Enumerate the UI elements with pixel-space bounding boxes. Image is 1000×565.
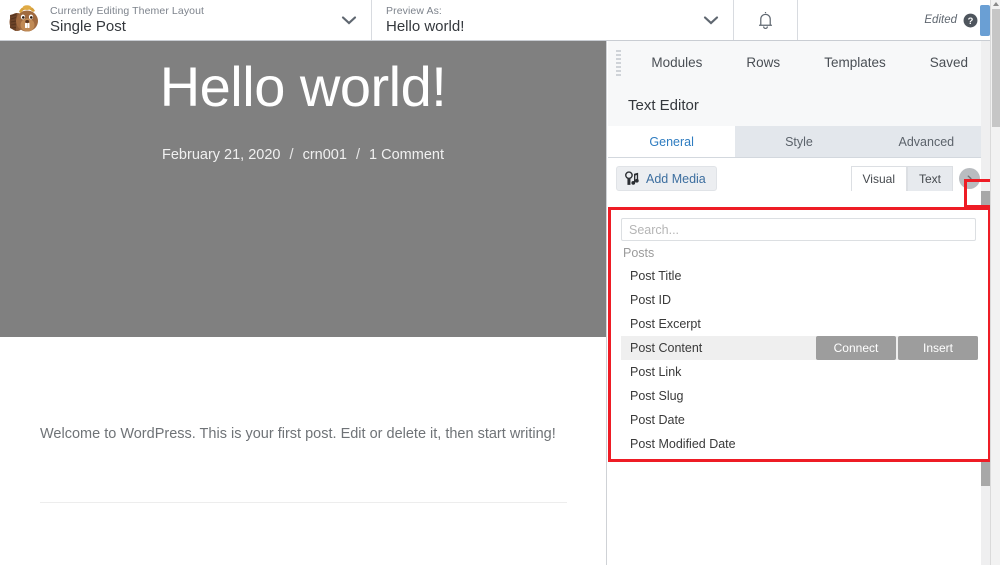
drag-handle-icon[interactable] [616,50,622,76]
post-date: February 21, 2020 [162,147,281,164]
tab-style[interactable]: Style [735,126,862,157]
nav-saved[interactable]: Saved [908,41,990,85]
preview-as-selector[interactable]: Preview As: Hello world! [372,0,734,40]
meta-separator: / [355,147,360,164]
window-scrollbar[interactable] [990,0,1000,565]
scroll-thumb[interactable] [992,9,1000,127]
panel-nav-items: Modules Rows Templates Saved [629,41,990,85]
text-tab[interactable]: Text [906,166,953,191]
layout-value: Single Post [50,17,126,35]
chevron-down-icon[interactable] [703,15,719,25]
post-author[interactable]: crn001 [303,147,347,163]
editor-toolbar: Add Media Visual Text [608,158,990,199]
item-actions: Connect Insert [816,336,978,360]
post-content: Welcome to WordPress. This is your first… [0,337,606,504]
dropdown-item-post-excerpt[interactable]: Post Excerpt [621,312,978,336]
dropdown-item-post-content[interactable]: Post Content Connect Insert [621,336,978,360]
meta-separator: / [289,147,294,164]
connect-field-icon [964,173,975,184]
bell-icon [758,11,773,29]
nav-templates[interactable]: Templates [802,41,908,85]
item-label: Post Content [630,341,703,355]
publish-button[interactable] [980,4,990,36]
scroll-up-arrow-icon[interactable] [993,2,999,6]
connect-button[interactable]: Connect [816,336,896,360]
preview-scrollbar[interactable] [598,41,606,565]
add-media-icon [625,171,639,185]
item-label: Post Title [630,269,682,283]
post-hero: Hello world! February 21, 2020 / crn001 … [0,41,606,337]
preview-value: Hello world! [386,17,465,35]
post-comments[interactable]: 1 Comment [369,147,444,163]
status-area: Edited ? [798,0,1000,40]
editor-mode-toggle: Visual Text [850,166,984,191]
post-meta: February 21, 2020 / crn001 / 1 Comment [162,147,444,163]
module-title-bar: Text Editor [608,85,990,126]
panel-nav-bar: Modules Rows Templates Saved [608,41,990,85]
item-label: Post Date [630,413,685,427]
question-circle-icon[interactable]: ? [963,13,978,28]
post-paragraph: Welcome to WordPress. This is your first… [40,426,556,442]
beaver-builder-logo-icon [9,5,38,32]
visual-tab[interactable]: Visual [850,166,907,191]
dropdown-item-post-id[interactable]: Post ID [621,288,978,312]
add-media-button[interactable]: Add Media [616,166,717,191]
notifications-button[interactable] [734,0,798,40]
item-label: Post Slug [630,389,684,403]
nav-modules[interactable]: Modules [629,41,724,85]
page-preview: Hello world! February 21, 2020 / crn001 … [0,41,607,565]
svg-text:?: ? [968,15,974,25]
dropdown-item-post-modified-date[interactable]: Post Modified Date [621,432,978,456]
item-label: Post ID [630,293,671,307]
beaver-builder-editor: Currently Editing Themer Layout Single P… [0,0,1000,565]
layout-selector[interactable]: Currently Editing Themer Layout Single P… [0,0,372,40]
post-title: Hello world! [159,55,447,118]
content-divider [40,502,567,504]
preview-label: Preview As: [386,4,442,17]
item-label: Post Excerpt [630,317,701,331]
add-media-label: Add Media [646,171,706,186]
insert-button[interactable]: Insert [898,336,978,360]
layout-label: Currently Editing Themer Layout [50,4,205,17]
tab-general[interactable]: General [608,126,736,157]
connect-field-dropdown: Posts Post Title Post ID Post Excerpt Po… [608,207,991,462]
dropdown-group-label: Posts [623,246,655,260]
nav-rows[interactable]: Rows [724,41,802,85]
chevron-down-icon[interactable] [341,15,357,25]
dropdown-item-post-title[interactable]: Post Title [621,264,978,288]
connect-field-button[interactable] [959,168,980,189]
item-label: Post Link [630,365,682,379]
dropdown-search-input[interactable] [621,218,976,241]
dropdown-item-post-slug[interactable]: Post Slug [621,384,978,408]
tab-advanced[interactable]: Advanced [863,126,990,157]
dropdown-item-post-date[interactable]: Post Date [621,408,978,432]
status-badge: Edited [924,14,957,26]
item-label: Post Modified Date [630,437,736,451]
dropdown-item-post-link[interactable]: Post Link [621,360,978,384]
top-toolbar: Currently Editing Themer Layout Single P… [0,0,1000,41]
module-title: Text Editor [628,97,699,114]
settings-tabs: General Style Advanced [608,126,990,158]
